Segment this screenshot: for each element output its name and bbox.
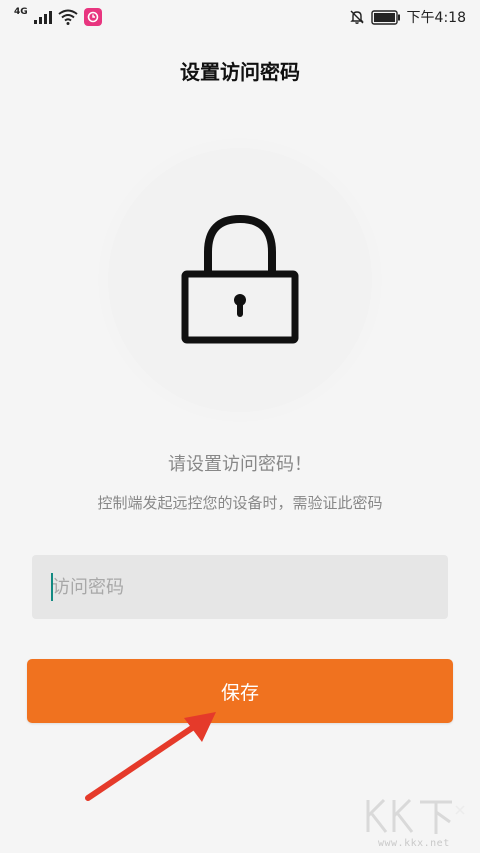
network-type-label: 4G [14,7,28,17]
password-input[interactable] [32,555,448,619]
watermark-logo-icon [366,798,465,834]
message-subtitle: 控制端发起远控您的设备时，需验证此密码 [97,494,383,512]
watermark-text: www.kkx.net [378,838,450,849]
message-title: 请设置访问密码！ [168,454,312,475]
red-arrow-icon [80,706,225,810]
wifi-icon [58,9,78,25]
signal-icon [33,10,52,24]
page-title: 设置访问密码 [180,60,300,84]
app-badge-icon [83,8,102,26]
battery-icon [370,9,401,25]
text-caret [51,573,53,601]
bell-off-icon [349,9,365,25]
status-left: 4G [14,7,102,26]
watermark: www.kkx.net [360,796,470,850]
status-bar: 4G 下午4:18 [0,0,480,34]
status-right: 下午4:18 [349,7,466,27]
lock-icon [180,214,300,350]
status-time: 下午4:18 [406,10,466,26]
